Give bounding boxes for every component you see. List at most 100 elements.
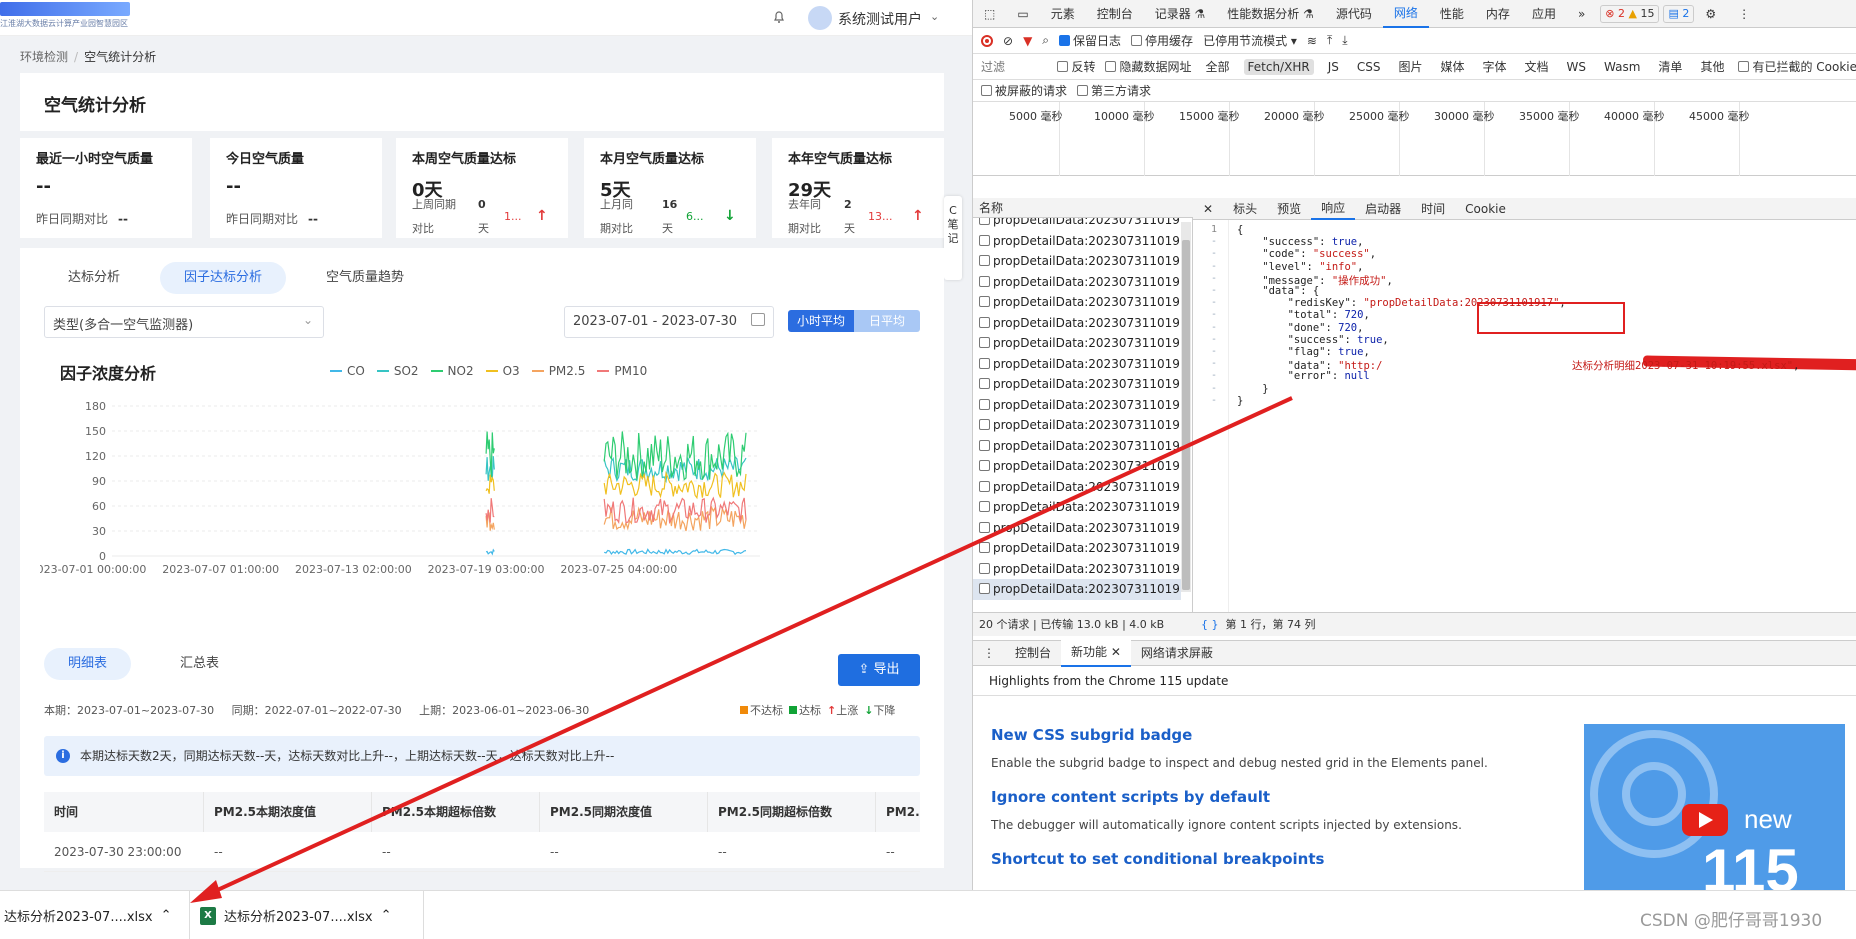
drawer-menu-icon[interactable]: ⋮ xyxy=(973,640,1005,666)
request-row[interactable]: propDetailData:20230731101917 xyxy=(973,436,1181,457)
filter-all[interactable]: 全部 xyxy=(1202,57,1234,76)
chevron-up-icon[interactable]: ⌃ xyxy=(161,908,172,923)
tab-timing[interactable]: 时间 xyxy=(1411,198,1455,220)
filter-other[interactable]: 其他 xyxy=(1696,57,1728,76)
export-har-icon[interactable]: ⤓ xyxy=(1342,33,1347,48)
filter-icon[interactable]: ▼ xyxy=(1023,34,1032,48)
request-row[interactable]: propDetailData:20230731101917 xyxy=(973,559,1181,580)
filter-manifest[interactable]: 清单 xyxy=(1654,57,1686,76)
chevron-up-icon[interactable]: ⌃ xyxy=(381,908,392,923)
request-row[interactable]: propDetailData:20230731101917 xyxy=(973,231,1181,252)
drawer-tab-console[interactable]: 控制台 xyxy=(1005,640,1061,666)
filter-wasm[interactable]: Wasm xyxy=(1600,59,1644,75)
preserve-log-checkbox[interactable]: 保留日志 xyxy=(1059,32,1121,49)
chevron-down-icon[interactable]: ⌄ xyxy=(930,10,939,23)
type-select[interactable]: 类型(多合一空气监测器) ⌄ xyxy=(44,306,324,338)
request-row[interactable]: propDetailData:20230731101917 xyxy=(973,538,1181,559)
tab-initiator[interactable]: 启动器 xyxy=(1355,198,1411,220)
breadcrumb-parent[interactable]: 环境检测 xyxy=(20,50,68,64)
import-icon[interactable]: ⤒ xyxy=(1327,33,1332,48)
filter-ws[interactable]: WS xyxy=(1563,59,1590,75)
filter-fetch-xhr[interactable]: Fetch/XHR xyxy=(1243,58,1314,75)
close-icon[interactable]: ✕ xyxy=(1193,198,1223,220)
tab-cookies[interactable]: Cookie xyxy=(1455,198,1516,220)
request-row[interactable]: propDetailData:20230731101917 xyxy=(973,477,1181,498)
clear-icon[interactable]: ⊘ xyxy=(1003,34,1013,48)
third-party-filter[interactable]: 第三方请求 xyxy=(1077,82,1151,99)
close-icon[interactable]: ✕ xyxy=(1111,645,1121,659)
request-row[interactable]: propDetailData:20230731101917 xyxy=(973,251,1181,272)
request-row[interactable]: propDetailData:20230731101917 xyxy=(973,374,1181,395)
response-body[interactable]: 1 {- "success": true, - "code": "success",… xyxy=(1193,220,1856,612)
drawer-tab-request-blocking[interactable]: 网络请求屏蔽 xyxy=(1131,640,1223,666)
inspect-icon[interactable]: ⬚ xyxy=(973,0,1006,28)
tab-application[interactable]: 应用 xyxy=(1521,0,1567,28)
error-count-badge[interactable]: ⊗ 2 ▲ 15 xyxy=(1600,4,1660,23)
tab-performance[interactable]: 性能 xyxy=(1429,0,1475,28)
legend-item[interactable]: NO2 xyxy=(430,364,474,378)
request-row[interactable]: propDetailData:20230731101917 xyxy=(973,272,1181,293)
request-row[interactable]: propDetailData:20230731101917 xyxy=(973,218,1181,231)
filter-js[interactable]: JS xyxy=(1324,59,1343,75)
request-row[interactable]: propDetailData:20230731101917 xyxy=(973,579,1181,600)
gear-icon[interactable]: ⚙ xyxy=(1694,0,1727,28)
request-row[interactable]: propDetailData:20230731101917 xyxy=(973,456,1181,477)
hide-data-urls[interactable]: 隐藏数据网址 xyxy=(1105,58,1192,75)
hourly-average-button[interactable]: 小时平均 xyxy=(788,310,854,332)
legend-item[interactable]: CO xyxy=(330,364,365,378)
disable-cache-checkbox[interactable]: 停用缓存 xyxy=(1131,32,1193,49)
drawer-tab-whats-new[interactable]: 新功能 ✕ xyxy=(1061,639,1131,667)
scrollbar-thumb[interactable] xyxy=(1182,240,1190,590)
request-row[interactable]: propDetailData:20230731101917 xyxy=(973,313,1181,334)
request-row[interactable]: propDetailData:20230731101917 xyxy=(973,497,1181,518)
export-button[interactable]: ⇪ 导出 xyxy=(838,654,920,686)
tab-air-quality-trend[interactable]: 空气质量趋势 xyxy=(302,262,428,294)
feature-link[interactable]: Shortcut to set conditional breakpoints xyxy=(991,850,1324,868)
download-item[interactable]: 达标分析2023-07....xlsx ⌃ xyxy=(0,891,190,939)
blocked-requests-filter[interactable]: 被屏蔽的请求 xyxy=(981,82,1067,99)
tab-performance-insights[interactable]: 性能数据分析 ⚗ xyxy=(1216,0,1325,28)
pretty-print-icon[interactable]: { } xyxy=(1201,618,1219,631)
column-header[interactable]: PM2.5本期浓度值 xyxy=(204,792,372,832)
filter-font[interactable]: 字体 xyxy=(1479,57,1511,76)
chrome-115-video-thumbnail[interactable]: new 115 xyxy=(1584,724,1845,890)
filter-input[interactable]: 过滤 xyxy=(981,58,1047,76)
user-name[interactable]: 系统测试用户 xyxy=(838,9,922,29)
avatar[interactable] xyxy=(808,6,832,30)
tab-recorder[interactable]: 记录器 ⚗ xyxy=(1144,0,1217,28)
request-row[interactable]: propDetailData:20230731101917 xyxy=(973,292,1181,313)
daily-average-button[interactable]: 日平均 xyxy=(854,310,920,332)
feature-link[interactable]: New CSS subgrid badge xyxy=(991,726,1192,744)
filter-media[interactable]: 媒体 xyxy=(1436,57,1468,76)
filter-img[interactable]: 图片 xyxy=(1394,57,1426,76)
side-note-widget[interactable]: C 笔 记 xyxy=(944,196,962,280)
legend-item[interactable]: PM10 xyxy=(597,364,647,378)
tab-headers[interactable]: 标头 xyxy=(1223,198,1267,220)
record-icon[interactable] xyxy=(981,34,993,47)
legend-item[interactable]: PM2.5 xyxy=(531,364,585,378)
tab-summary-table[interactable]: 汇总表 xyxy=(156,648,243,680)
request-row[interactable]: propDetailData:20230731101917 xyxy=(973,415,1181,436)
tab-factor-analysis[interactable]: 因子达标分析 xyxy=(160,262,287,294)
feature-link[interactable]: Ignore content scripts by default xyxy=(991,788,1270,806)
column-header[interactable]: PM2.5同期超标倍数 xyxy=(708,792,876,832)
tab-console[interactable]: 控制台 xyxy=(1086,0,1144,28)
request-row[interactable]: propDetailData:20230731101917 xyxy=(973,333,1181,354)
bell-icon[interactable] xyxy=(772,10,786,24)
throttle-select[interactable]: 已停用节流模式 ▾ xyxy=(1203,32,1297,49)
message-count-badge[interactable]: ▤ 2 xyxy=(1663,4,1695,23)
column-header[interactable]: PM2.5同期 xyxy=(876,792,920,832)
wifi-icon[interactable]: ≋ xyxy=(1307,34,1317,48)
request-row[interactable]: propDetailData:20230731101917 xyxy=(973,395,1181,416)
date-range-picker[interactable]: 2023-07-01 - 2023-07-30 xyxy=(564,306,774,338)
column-header[interactable]: PM2.5同期浓度值 xyxy=(540,792,708,832)
tab-elements[interactable]: 元素 xyxy=(1040,0,1086,28)
search-icon[interactable]: ⌕ xyxy=(1042,33,1049,48)
tab-preview[interactable]: 预览 xyxy=(1267,198,1311,220)
tab-detail-table[interactable]: 明细表 xyxy=(44,648,132,680)
tab-compliance-analysis[interactable]: 达标分析 xyxy=(44,262,144,294)
filter-css[interactable]: CSS xyxy=(1353,59,1385,75)
request-row[interactable]: propDetailData:20230731101917 xyxy=(973,354,1181,375)
kebab-menu-icon[interactable]: ⋮ xyxy=(1727,0,1761,28)
column-header[interactable]: PM2.5本期超标倍数 xyxy=(372,792,540,832)
